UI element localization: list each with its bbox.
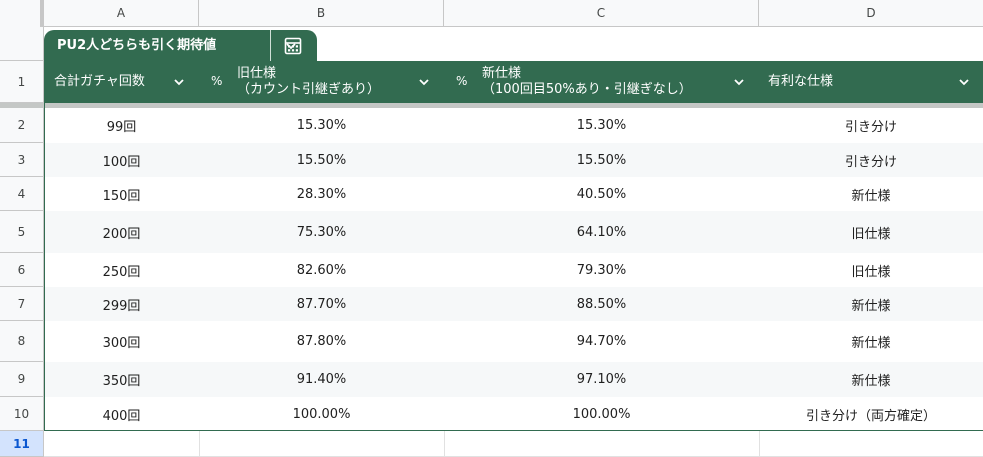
cell-new-spec[interactable]: 40.50% xyxy=(444,177,759,211)
cell-old-spec[interactable]: 87.70% xyxy=(199,287,444,321)
table-header-row: 合計ガチャ回数 % 旧仕様 （カウント引継ぎあり） % 新仕様 （100回目50… xyxy=(44,61,983,103)
table-row: 200回 75.30% 64.10% 旧仕様 xyxy=(44,211,983,253)
select-all-corner[interactable] xyxy=(0,0,44,27)
chevron-down-icon[interactable] xyxy=(172,75,186,89)
row-header-9[interactable]: 9 xyxy=(0,362,44,397)
cell-old-spec[interactable]: 15.30% xyxy=(199,108,444,143)
row-header-11[interactable]: 11 xyxy=(0,431,44,457)
row-header-7[interactable]: 7 xyxy=(0,287,44,321)
cell-pulls[interactable]: 299回 xyxy=(44,287,199,321)
cell-new-spec[interactable]: 64.10% xyxy=(444,211,759,253)
row-header-1[interactable]: 1 xyxy=(0,61,44,103)
row-header-5[interactable]: 5 xyxy=(0,211,44,253)
cell-pulls[interactable]: 400回 xyxy=(44,397,199,431)
cell-new-spec[interactable]: 94.70% xyxy=(444,321,759,362)
table-row: 250回 82.60% 79.30% 旧仕様 xyxy=(44,253,983,287)
table-name: PU2人どちらも引く期待値 xyxy=(57,38,217,53)
row-header-2[interactable]: 2 xyxy=(0,108,44,143)
cell-pulls[interactable]: 200回 xyxy=(44,211,199,253)
header-total-pulls-label: 合計ガチャ回数 xyxy=(54,74,145,89)
cell-pulls[interactable]: 350回 xyxy=(44,362,199,397)
row-header-4[interactable]: 4 xyxy=(0,177,44,211)
chevron-down-icon[interactable] xyxy=(417,75,431,89)
chevron-down-icon[interactable] xyxy=(957,75,971,89)
cell-advantage[interactable]: 新仕様 xyxy=(759,321,983,362)
cell-new-spec[interactable]: 15.50% xyxy=(444,143,759,177)
column-header-c[interactable]: C xyxy=(444,0,759,27)
cell-old-spec[interactable]: 87.80% xyxy=(199,321,444,362)
column-header-bar: A B C D xyxy=(0,0,983,27)
header-advantage[interactable]: 有利な仕様 xyxy=(759,61,983,103)
column-header-a[interactable]: A xyxy=(44,0,199,27)
header-old-spec-label: 旧仕様 xyxy=(237,66,277,81)
table-row: 400回 100.00% 100.00% 引き分け（両方確定） xyxy=(44,397,983,431)
cell-old-spec[interactable]: 15.50% xyxy=(199,143,444,177)
cell-new-spec[interactable]: 15.30% xyxy=(444,108,759,143)
table-bottom-border xyxy=(44,430,983,431)
table-row: 300回 87.80% 94.70% 新仕様 xyxy=(44,321,983,362)
header-new-spec-sublabel: （100回目50%あり・引継ぎなし） xyxy=(482,82,692,97)
calculator-icon[interactable] xyxy=(283,36,303,56)
percent-format-icon: % xyxy=(211,74,223,88)
cell-advantage[interactable]: 新仕様 xyxy=(759,287,983,321)
row-header-blank xyxy=(0,27,44,61)
table-row: 99回 15.30% 15.30% 引き分け xyxy=(44,108,983,143)
cell-old-spec[interactable]: 91.40% xyxy=(199,362,444,397)
cell-advantage[interactable]: 引き分け xyxy=(759,143,983,177)
cell-new-spec[interactable]: 100.00% xyxy=(444,397,759,431)
header-new-spec[interactable]: % 新仕様 （100回目50%あり・引継ぎなし） xyxy=(444,61,759,103)
grid-line xyxy=(759,431,760,457)
header-total-pulls[interactable]: 合計ガチャ回数 xyxy=(44,61,199,103)
cell-advantage[interactable]: 旧仕様 xyxy=(759,211,983,253)
row-header-3[interactable]: 3 xyxy=(0,143,44,177)
table-row: 100回 15.50% 15.50% 引き分け xyxy=(44,143,983,177)
cell-old-spec[interactable]: 82.60% xyxy=(199,253,444,287)
table-row: 150回 28.30% 40.50% 新仕様 xyxy=(44,177,983,211)
column-header-b[interactable]: B xyxy=(199,0,444,27)
grid-line xyxy=(199,431,200,457)
header-old-spec-sublabel: （カウント引継ぎあり） xyxy=(237,82,381,97)
tab-divider xyxy=(270,30,271,61)
cell-advantage[interactable]: 新仕様 xyxy=(759,362,983,397)
cell-advantage[interactable]: 新仕様 xyxy=(759,177,983,211)
row-header-6[interactable]: 6 xyxy=(0,253,44,287)
cell-old-spec[interactable]: 28.30% xyxy=(199,177,444,211)
cell-pulls[interactable]: 99回 xyxy=(44,108,199,143)
cell-old-spec[interactable]: 75.30% xyxy=(199,211,444,253)
cell-new-spec[interactable]: 97.10% xyxy=(444,362,759,397)
table-name-tab[interactable]: PU2人どちらも引く期待値 xyxy=(44,30,317,61)
header-old-spec[interactable]: % 旧仕様 （カウント引継ぎあり） xyxy=(199,61,444,103)
percent-format-icon: % xyxy=(456,74,468,88)
cell-old-spec[interactable]: 100.00% xyxy=(199,397,444,431)
table-left-border xyxy=(44,61,45,431)
cell-new-spec[interactable]: 88.50% xyxy=(444,287,759,321)
table-row: 350回 91.40% 97.10% 新仕様 xyxy=(44,362,983,397)
grid-line xyxy=(444,431,445,457)
header-advantage-label: 有利な仕様 xyxy=(768,74,834,89)
cell-advantage[interactable]: 引き分け（両方確定） xyxy=(759,397,983,431)
chevron-down-icon[interactable] xyxy=(732,75,746,89)
cell-new-spec[interactable]: 79.30% xyxy=(444,253,759,287)
cell-advantage[interactable]: 旧仕様 xyxy=(759,253,983,287)
row-header-8[interactable]: 8 xyxy=(0,321,44,362)
header-new-spec-label: 新仕様 xyxy=(482,66,522,81)
cell-pulls[interactable]: 250回 xyxy=(44,253,199,287)
column-header-d[interactable]: D xyxy=(759,0,983,27)
cell-advantage[interactable]: 引き分け xyxy=(759,108,983,143)
row-header-10[interactable]: 10 xyxy=(0,397,44,431)
table-row: 299回 87.70% 88.50% 新仕様 xyxy=(44,287,983,321)
cell-pulls[interactable]: 300回 xyxy=(44,321,199,362)
cell-pulls[interactable]: 100回 xyxy=(44,143,199,177)
cell-pulls[interactable]: 150回 xyxy=(44,177,199,211)
